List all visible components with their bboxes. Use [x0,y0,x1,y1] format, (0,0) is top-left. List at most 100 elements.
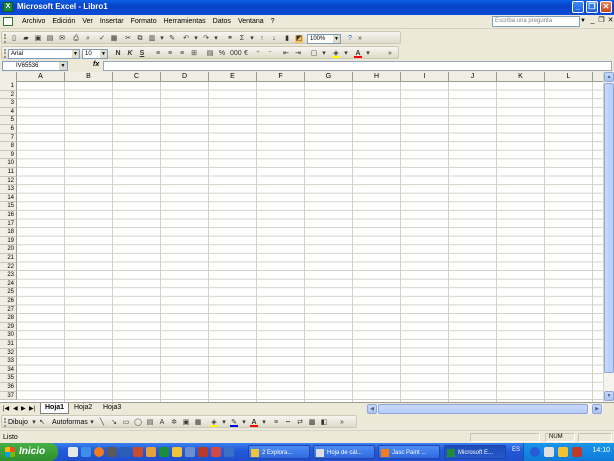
ie-icon[interactable] [81,447,91,457]
column-header-j[interactable]: J [449,72,497,82]
row-header-20[interactable]: 20 [0,245,17,254]
column-header-g[interactable]: G [305,72,353,82]
picture-icon[interactable]: ▦ [194,419,202,427]
autosum-icon[interactable]: Σ [238,35,246,43]
toolbar-grip[interactable] [4,34,6,43]
paste-icon[interactable]: ▥ [148,35,156,43]
align-left-icon[interactable]: ≡ [154,50,162,58]
row-header-11[interactable]: 11 [0,168,17,177]
row-header-33[interactable]: 33 [0,357,17,366]
chevron-down-icon[interactable]: ▼ [72,50,79,58]
textbox-icon[interactable]: ▤ [146,419,154,427]
borders-dropdown-icon[interactable]: ▾ [320,50,328,58]
first-sheet-icon[interactable]: |◀ [3,405,9,412]
redo-dropdown-icon[interactable]: ▾ [212,35,220,43]
app-icon[interactable] [198,447,208,457]
network-icon[interactable] [544,447,554,457]
vertical-scrollbar[interactable]: ▲ ▼ [603,72,614,402]
line-icon[interactable]: ╲ [98,419,106,427]
fill-color-dropdown-icon[interactable]: ▾ [342,50,350,58]
row-header-30[interactable]: 30 [0,331,17,340]
row-header-6[interactable]: 6 [0,125,17,134]
menu-insertar[interactable]: Insertar [97,18,128,25]
row-header-3[interactable]: 3 [0,99,17,108]
percent-icon[interactable]: % [218,50,226,58]
align-right-icon[interactable]: ≡ [178,50,186,58]
oval-icon[interactable]: ◯ [134,419,142,427]
row-header-26[interactable]: 26 [0,297,17,306]
font-color-dropdown-icon[interactable]: ▾ [364,50,372,58]
horizontal-scroll-thumb[interactable] [378,404,588,414]
select-all-corner[interactable] [0,72,17,82]
row-header-31[interactable]: 31 [0,340,17,349]
thousands-icon[interactable]: 000 [230,50,242,58]
italic-icon[interactable]: K [126,50,134,58]
row-header-22[interactable]: 22 [0,262,17,272]
draw-menu-button[interactable]: Dibujo [8,419,28,426]
font-size-select[interactable]: 10 ▼ [82,49,108,59]
row-header-8[interactable]: 8 [0,142,17,151]
paste-dropdown-icon[interactable]: ▾ [158,35,166,43]
doc-minimize-button[interactable]: _ [588,17,597,26]
row-header-14[interactable]: 14 [0,193,17,203]
row-header-7[interactable]: 7 [0,133,17,143]
menu-herramientas[interactable]: Herramientas [161,18,210,25]
row-header-27[interactable]: 27 [0,305,17,315]
task-excel[interactable]: Microsoft E... [444,445,506,459]
horizontal-scrollbar[interactable]: ◀ ▶ [367,404,603,414]
toolbar-grip[interactable] [4,418,6,427]
row-header-28[interactable]: 28 [0,314,17,323]
scroll-down-icon[interactable]: ▼ [604,391,614,401]
desktop-icon[interactable] [68,447,78,457]
row-header-34[interactable]: 34 [0,365,17,375]
decrease-decimal-icon[interactable]: ⁻ [266,50,274,58]
next-sheet-icon[interactable]: ▶ [21,405,26,412]
scroll-up-icon[interactable]: ▲ [604,72,614,82]
font-color-icon[interactable]: A [250,419,258,427]
fill-color-icon[interactable]: ◈ [210,419,218,427]
row-header-16[interactable]: 16 [0,211,17,220]
align-center-icon[interactable]: ≡ [166,50,174,58]
open-icon[interactable]: ▰ [22,35,30,43]
help-search-input[interactable]: Escriba una pregunta [492,16,580,27]
column-header-e[interactable]: E [209,72,257,82]
menu-formato[interactable]: Formato [128,18,161,25]
row-header-10[interactable]: 10 [0,159,17,168]
underline-icon[interactable]: S [138,50,146,58]
sheet-tab-hoja2[interactable]: Hoja2 [70,403,96,414]
print-preview-icon[interactable]: ⌕ [84,35,92,43]
column-header-a[interactable]: A [17,72,65,82]
help-icon[interactable]: ? [346,35,354,43]
row-header-37[interactable]: 37 [0,391,17,401]
media-icon[interactable] [107,447,117,457]
vertical-scroll-thumb[interactable] [604,83,614,373]
column-header-k[interactable]: K [497,72,545,82]
arrow-style-icon[interactable]: ⇄ [296,419,304,427]
dash-style-icon[interactable]: ┅ [284,419,292,427]
task-explorer[interactable]: 2 Explora... [248,445,310,459]
close-button[interactable]: ✕ [600,1,612,13]
copy-icon[interactable]: ⧉ [136,35,144,43]
powerpoint-icon[interactable] [133,447,143,457]
row-header-32[interactable]: 32 [0,348,17,358]
column-header-i[interactable]: I [401,72,449,82]
autosum-dropdown-icon[interactable]: ▾ [248,35,256,43]
chevron-down-icon[interactable]: ▼ [580,18,586,24]
column-header-d[interactable]: D [161,72,209,82]
row-header-12[interactable]: 12 [0,176,17,186]
row-header-24[interactable]: 24 [0,279,17,289]
row-header-19[interactable]: 19 [0,236,17,246]
toolbar-options-icon[interactable]: » [356,35,364,43]
row-header-15[interactable]: 15 [0,202,17,211]
row-header-23[interactable]: 23 [0,271,17,280]
row-header-2[interactable]: 2 [0,90,17,100]
select-objects-icon[interactable]: ↖ [38,419,46,427]
research-icon[interactable]: ▦ [110,35,118,43]
font-color-icon[interactable]: A [354,50,362,58]
format-painter-icon[interactable]: ✎ [168,35,176,43]
increase-indent-icon[interactable]: ⇥ [294,50,302,58]
chevron-down-icon[interactable]: ▾ [220,419,228,427]
prev-sheet-icon[interactable]: ◀ [13,405,18,412]
merge-center-icon[interactable]: ⊞ [190,50,198,58]
formula-input[interactable] [103,61,612,71]
